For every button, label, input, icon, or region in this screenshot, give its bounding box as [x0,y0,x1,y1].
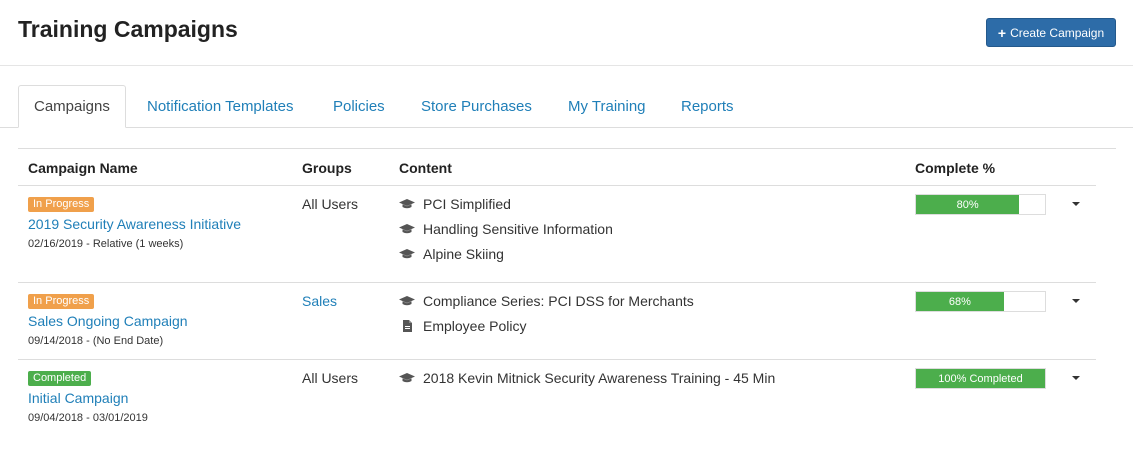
content-title: 2018 Kevin Mitnick Security Awareness Tr… [423,370,776,386]
tab-my-training[interactable]: My Training [568,85,646,128]
campaign-name-link[interactable]: Sales Ongoing Campaign [28,313,188,329]
graduation-cap-icon [399,373,415,383]
page-title: Training Campaigns [18,16,238,42]
campaign-name-link[interactable]: Initial Campaign [28,390,128,406]
page-header: Training Campaigns + Create Campaign [0,0,1133,66]
campaign-name-link[interactable]: 2019 Security Awareness Initiative [28,216,241,232]
column-header-campaign-name: Campaign Name [28,160,138,176]
table-row: Completed Initial Campaign 09/04/2018 - … [18,360,1096,436]
table-row: In Progress Sales Ongoing Campaign 09/14… [18,283,1096,360]
create-campaign-label: Create Campaign [1010,25,1105,40]
campaign-groups-link[interactable]: Sales [302,293,337,309]
row-actions-dropdown[interactable] [1066,196,1086,212]
table-row: In Progress 2019 Security Awareness Init… [18,186,1096,283]
tab-campaigns[interactable]: Campaigns [18,85,126,128]
tab-bar: Campaigns Notification Templates Policie… [0,85,1133,128]
graduation-cap-icon [399,296,415,306]
graduation-cap-icon [399,249,415,259]
content-item: Alpine Skiing [399,246,504,262]
status-badge: In Progress [28,294,95,309]
caret-down-icon [1072,299,1080,303]
plus-icon: + [997,24,1007,41]
content-item: Compliance Series: PCI DSS for Merchants [399,293,694,309]
progress-bar: 80% [915,194,1046,215]
content-item: 2018 Kevin Mitnick Security Awareness Tr… [399,370,775,386]
tab-store-purchases[interactable]: Store Purchases [421,85,532,128]
campaign-date: 02/16/2019 - Relative (1 weeks) [28,238,184,250]
content-item: Employee Policy [399,318,527,334]
content-title: Employee Policy [423,318,527,334]
progress-label: 80% [956,198,979,211]
campaign-groups: All Users [302,370,359,386]
graduation-cap-icon [399,199,415,209]
content-title: Handling Sensitive Information [423,221,613,237]
content-title: Alpine Skiing [423,246,504,262]
row-actions-dropdown[interactable] [1066,370,1086,386]
campaign-groups: All Users [302,196,359,212]
progress-bar: 100% Completed [915,368,1046,389]
column-header-content: Content [399,160,452,176]
status-badge: In Progress [28,197,95,212]
tab-notification-templates[interactable]: Notification Templates [147,85,293,128]
caret-down-icon [1072,202,1080,206]
document-icon [403,320,412,332]
progress-label: 100% Completed [938,372,1023,385]
column-header-complete: Complete % [915,160,996,176]
table-top-divider [18,148,1116,149]
content-item: Handling Sensitive Information [399,221,613,237]
progress-bar: 68% [915,291,1046,312]
campaign-date: 09/14/2018 - (No End Date) [28,335,164,347]
campaign-date: 09/04/2018 - 03/01/2019 [28,412,148,424]
progress-label: 68% [948,295,971,308]
create-campaign-button[interactable]: + Create Campaign [986,18,1116,47]
caret-down-icon [1072,376,1080,380]
tab-reports[interactable]: Reports [681,85,734,128]
status-badge: Completed [28,371,92,386]
graduation-cap-icon [399,224,415,234]
tab-policies[interactable]: Policies [333,85,385,128]
content-title: PCI Simplified [423,196,511,212]
column-header-groups: Groups [302,160,352,176]
row-actions-dropdown[interactable] [1066,293,1086,309]
content-title: Compliance Series: PCI DSS for Merchants [423,293,694,309]
content-item: PCI Simplified [399,196,511,212]
